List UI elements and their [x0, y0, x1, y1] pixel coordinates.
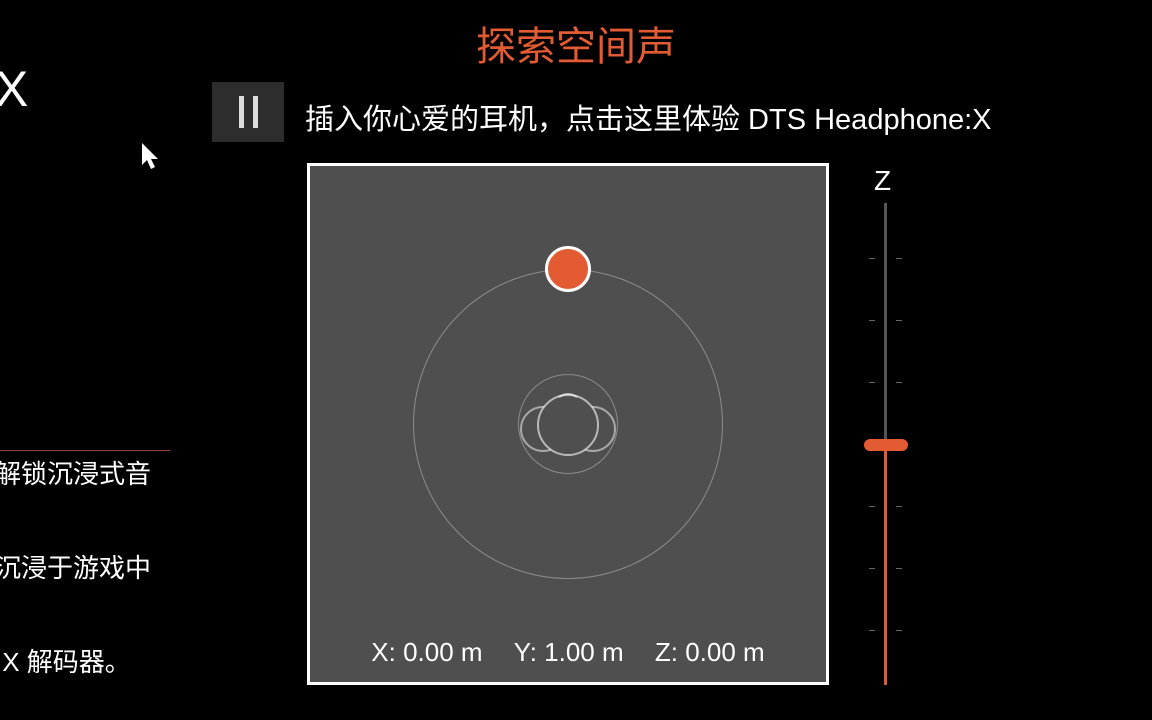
pause-icon: [239, 96, 244, 128]
instruction-text[interactable]: 插入你心爱的耳机，点击这里体验 DTS Headphone:X: [305, 96, 992, 138]
page-title: 探索空间声: [0, 14, 1152, 72]
slider-tick: [896, 320, 902, 321]
sound-source-handle[interactable]: [545, 246, 591, 292]
slider-tick: [869, 630, 875, 631]
slider-tick: [896, 506, 902, 507]
slider-tick: [896, 630, 902, 631]
headphone-x-logo-fragment: X: [0, 60, 28, 118]
spatial-canvas[interactable]: X: 0.00 m Y: 1.00 m Z: 0.00 m: [307, 163, 829, 685]
z-axis-label: Z: [874, 165, 891, 197]
sidebar-divider: [0, 450, 170, 451]
slider-tick: [896, 568, 902, 569]
z-slider[interactable]: [884, 203, 887, 685]
sidebar-text-gaming: 沉浸于游戏中: [0, 548, 151, 585]
coord-y: Y: 1.00 m: [514, 637, 624, 667]
cursor-icon: [142, 143, 162, 171]
coord-z: Z: 0.00 m: [655, 637, 765, 667]
slider-fill: [884, 444, 887, 685]
sidebar-text-immersive: 解锁沉浸式音: [0, 454, 151, 491]
z-slider-knob[interactable]: [864, 439, 908, 451]
listener-head-icon: [513, 389, 623, 459]
slider-tick: [896, 382, 902, 383]
sidebar-text-decoder: :X 解码器。: [0, 642, 131, 679]
play-pause-button[interactable]: [212, 82, 284, 142]
slider-tick: [869, 258, 875, 259]
pause-icon: [253, 96, 258, 128]
coordinates-readout: X: 0.00 m Y: 1.00 m Z: 0.00 m: [310, 637, 826, 668]
slider-tick: [869, 506, 875, 507]
slider-tick: [869, 382, 875, 383]
slider-tick: [869, 568, 875, 569]
coord-x: X: 0.00 m: [371, 637, 482, 667]
slider-tick: [869, 320, 875, 321]
slider-tick: [896, 258, 902, 259]
